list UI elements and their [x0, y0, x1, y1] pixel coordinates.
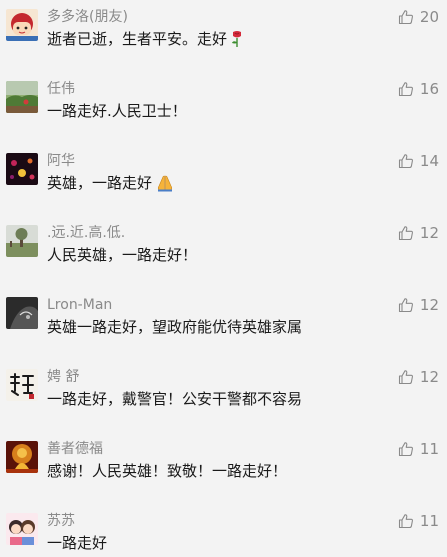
thumbs-up-icon [398, 226, 413, 241]
dark-portrait-avatar[interactable] [6, 297, 38, 329]
like-count: 12 [419, 224, 439, 242]
comment-text-content: 逝者已逝，生者平安。走好 [47, 30, 228, 48]
cartoon-girl-avatar[interactable] [6, 9, 38, 41]
comment-text: 英雄，一路走好 [47, 172, 175, 194]
thumbs-up-icon [398, 82, 413, 97]
folded-hands-emoji [155, 174, 175, 192]
like-button[interactable]: 12 [398, 296, 439, 314]
comment-text-content: 一路走好 [47, 534, 108, 552]
like-button[interactable]: 11 [398, 440, 439, 458]
comment-item: 任伟 一路走好.人民卫士！ 16 [0, 72, 447, 144]
comment-text: 一路走好.人民卫士！ [47, 100, 187, 122]
comment-text-content: 一路走好，戴警官！公安干警都不容易 [47, 390, 303, 408]
comment-text: 一路走好，戴警官！公安干警都不容易 [47, 388, 302, 410]
like-count: 11 [419, 440, 439, 458]
like-count: 11 [419, 512, 439, 530]
commenter-name[interactable]: 任伟 [47, 80, 75, 98]
like-button[interactable]: 12 [398, 224, 439, 242]
commenter-name[interactable]: 苏苏 [47, 512, 75, 530]
comment-item: 苏苏 一路走好 11 [0, 504, 447, 557]
commenter-name[interactable]: Lron-Man [47, 296, 112, 314]
like-button[interactable]: 11 [398, 512, 439, 530]
buddha-avatar[interactable] [6, 441, 38, 473]
thumbs-up-icon [398, 298, 413, 313]
comment-text: 逝者已逝，生者平安。走好 [47, 28, 244, 50]
commenter-name[interactable]: 善者德福 [47, 440, 103, 458]
like-count: 12 [419, 368, 439, 386]
comment-text: 一路走好 [47, 532, 107, 554]
commenter-name[interactable]: 阿华 [47, 152, 75, 170]
thumbs-up-icon [398, 442, 413, 457]
like-count: 14 [419, 152, 439, 170]
landscape-avatar[interactable] [6, 81, 38, 113]
like-button[interactable]: 12 [398, 368, 439, 386]
like-count: 12 [419, 296, 439, 314]
calligraphy-avatar[interactable] [6, 369, 38, 401]
commenter-name[interactable]: 多多洛(朋友) [47, 8, 128, 26]
comment-item: .远.近.高.低. 人民英雄，一路走好！ 12 [0, 216, 447, 288]
like-button[interactable]: 16 [398, 80, 439, 98]
like-button[interactable]: 20 [398, 8, 439, 26]
comment-item: 多多洛(朋友) 逝者已逝，生者平安。走好 20 [0, 0, 447, 72]
comment-text-content: 英雄，一路走好 [47, 174, 153, 192]
cartoon-couple-avatar[interactable] [6, 513, 38, 545]
commenter-name[interactable]: .远.近.高.低. [47, 224, 125, 242]
like-count: 20 [419, 8, 439, 26]
comment-text: 人民英雄，一路走好！ [47, 244, 197, 266]
comment-list: 多多洛(朋友) 逝者已逝，生者平安。走好 20 任伟 一路走好.人民卫士！ 16… [0, 0, 447, 557]
thumbs-up-icon [398, 514, 413, 529]
comment-text: 感谢！人民英雄！致敬！一路走好！ [47, 460, 287, 482]
comment-text-content: 一路走好.人民卫士！ [47, 102, 187, 120]
commenter-name[interactable]: 娉 舒 [47, 368, 79, 386]
thumbs-up-icon [398, 10, 413, 25]
like-button[interactable]: 14 [398, 152, 439, 170]
comment-item: Lron-Man 英雄一路走好，望政府能优待英雄家属 12 [0, 288, 447, 360]
rose-emoji [230, 30, 244, 48]
comment-text-content: 英雄一路走好，望政府能优待英雄家属 [47, 318, 303, 336]
thumbs-up-icon [398, 370, 413, 385]
comment-item: 娉 舒 一路走好，戴警官！公安干警都不容易 12 [0, 360, 447, 432]
comment-item: 阿华 英雄，一路走好 14 [0, 144, 447, 216]
comment-text-content: 人民英雄，一路走好！ [47, 246, 198, 264]
tree-landscape-avatar[interactable] [6, 225, 38, 257]
comment-text: 英雄一路走好，望政府能优待英雄家属 [47, 316, 302, 338]
like-count: 16 [419, 80, 439, 98]
comment-item: 善者德福 感谢！人民英雄！致敬！一路走好！ 11 [0, 432, 447, 504]
thumbs-up-icon [398, 154, 413, 169]
night-scene-avatar[interactable] [6, 153, 38, 185]
comment-text-content: 感谢！人民英雄！致敬！一路走好！ [47, 462, 288, 480]
